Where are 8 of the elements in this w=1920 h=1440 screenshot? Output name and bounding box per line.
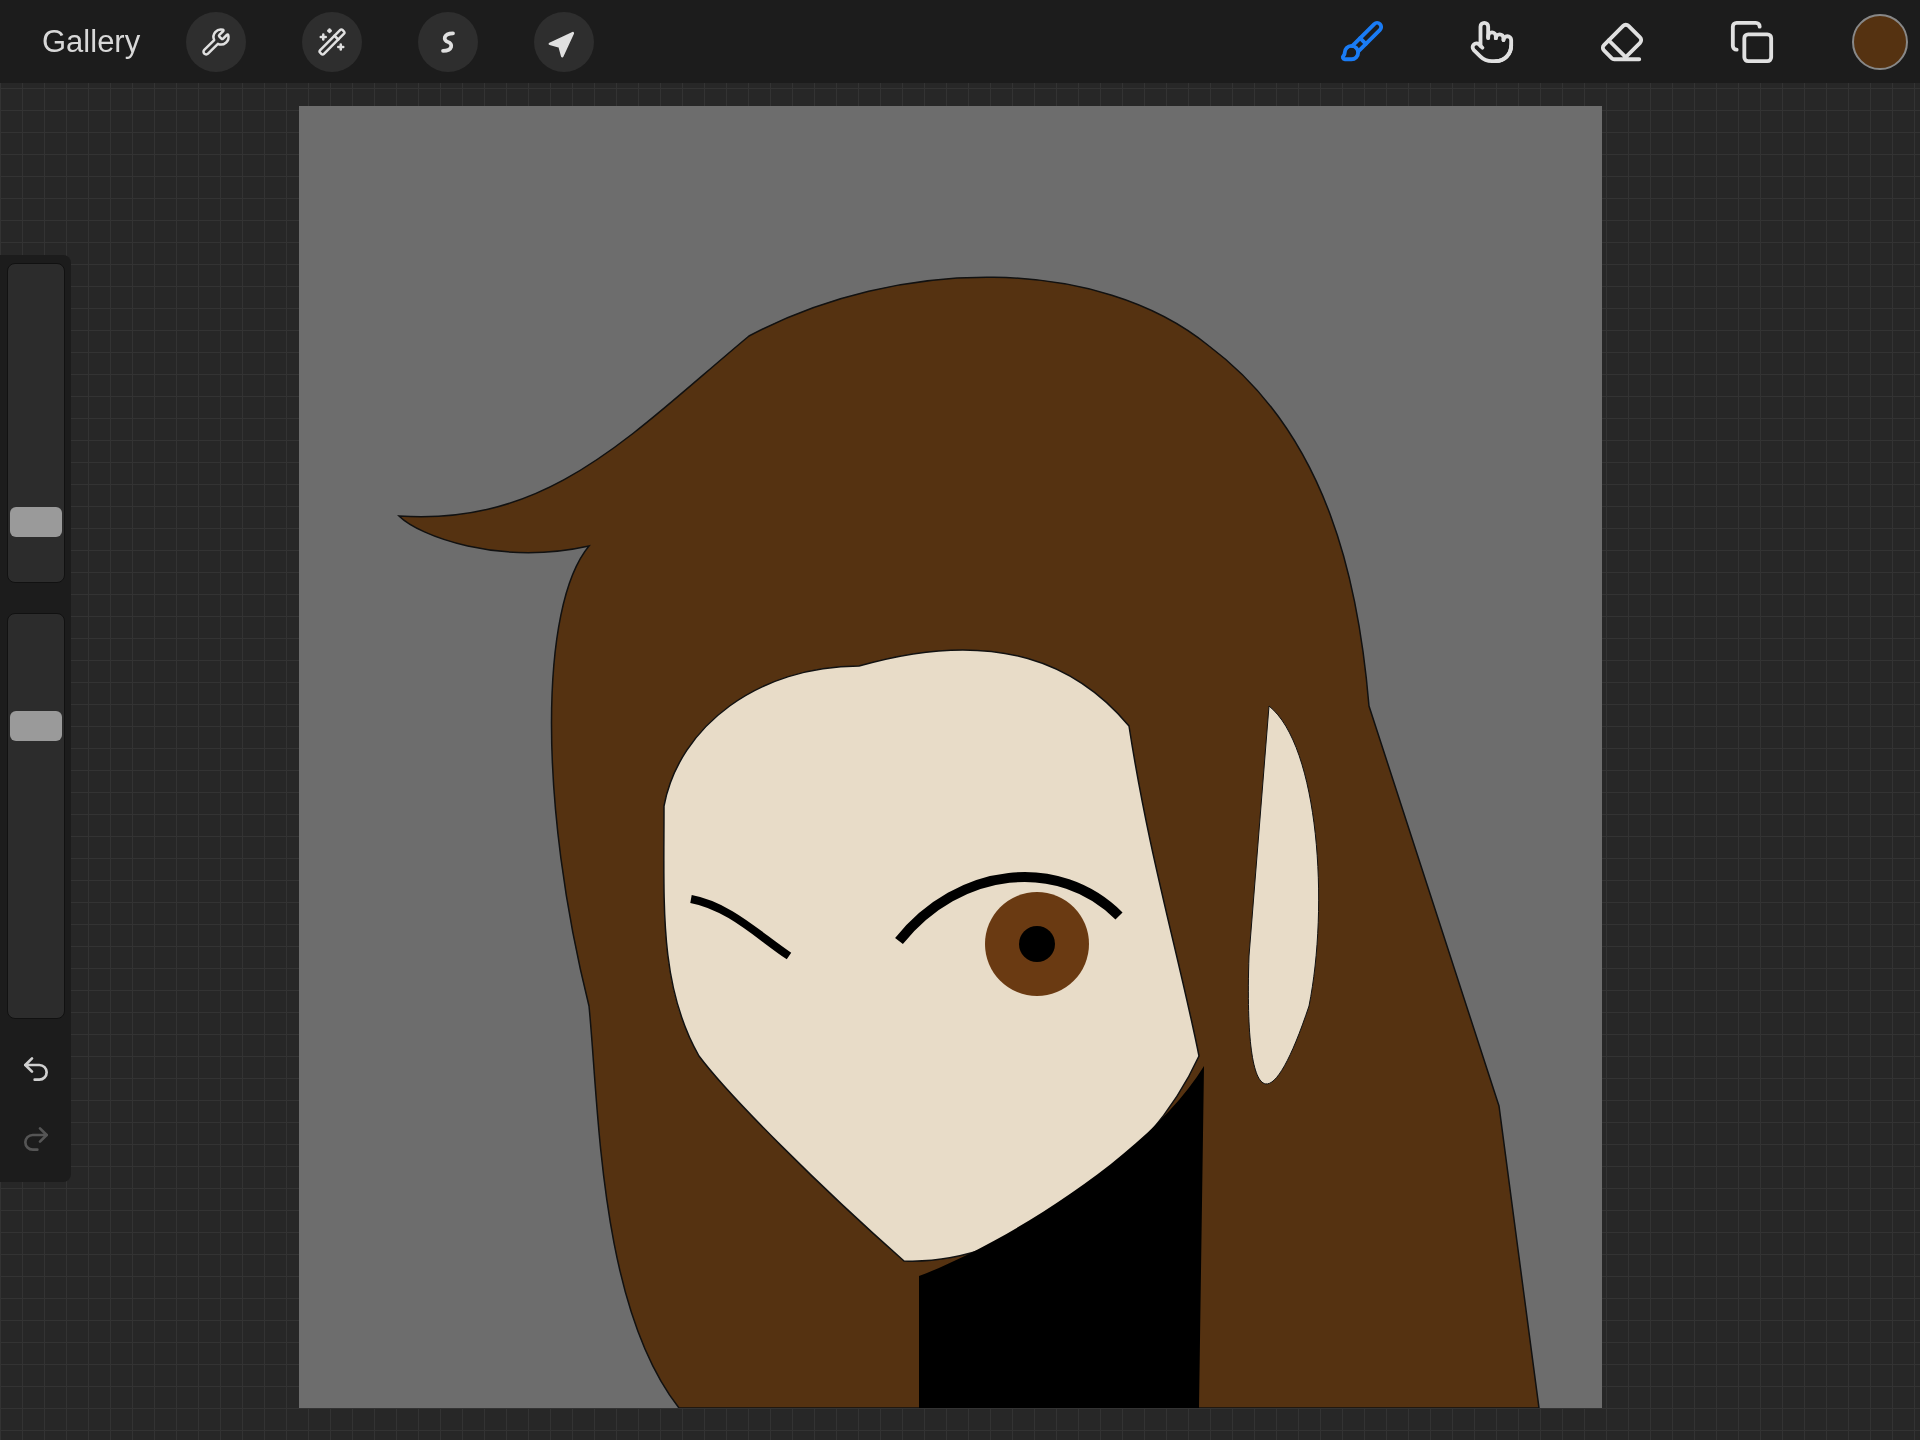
brush-size-slider[interactable] [6,263,65,583]
slider-handle[interactable] [9,507,62,538]
slider-handle[interactable] [9,710,62,741]
wrench-icon [201,26,232,57]
color-swatch[interactable] [1852,13,1908,70]
magic-wand-icon [317,26,348,57]
gallery-button[interactable]: Gallery [42,23,141,60]
opacity-slider[interactable] [6,613,65,1019]
